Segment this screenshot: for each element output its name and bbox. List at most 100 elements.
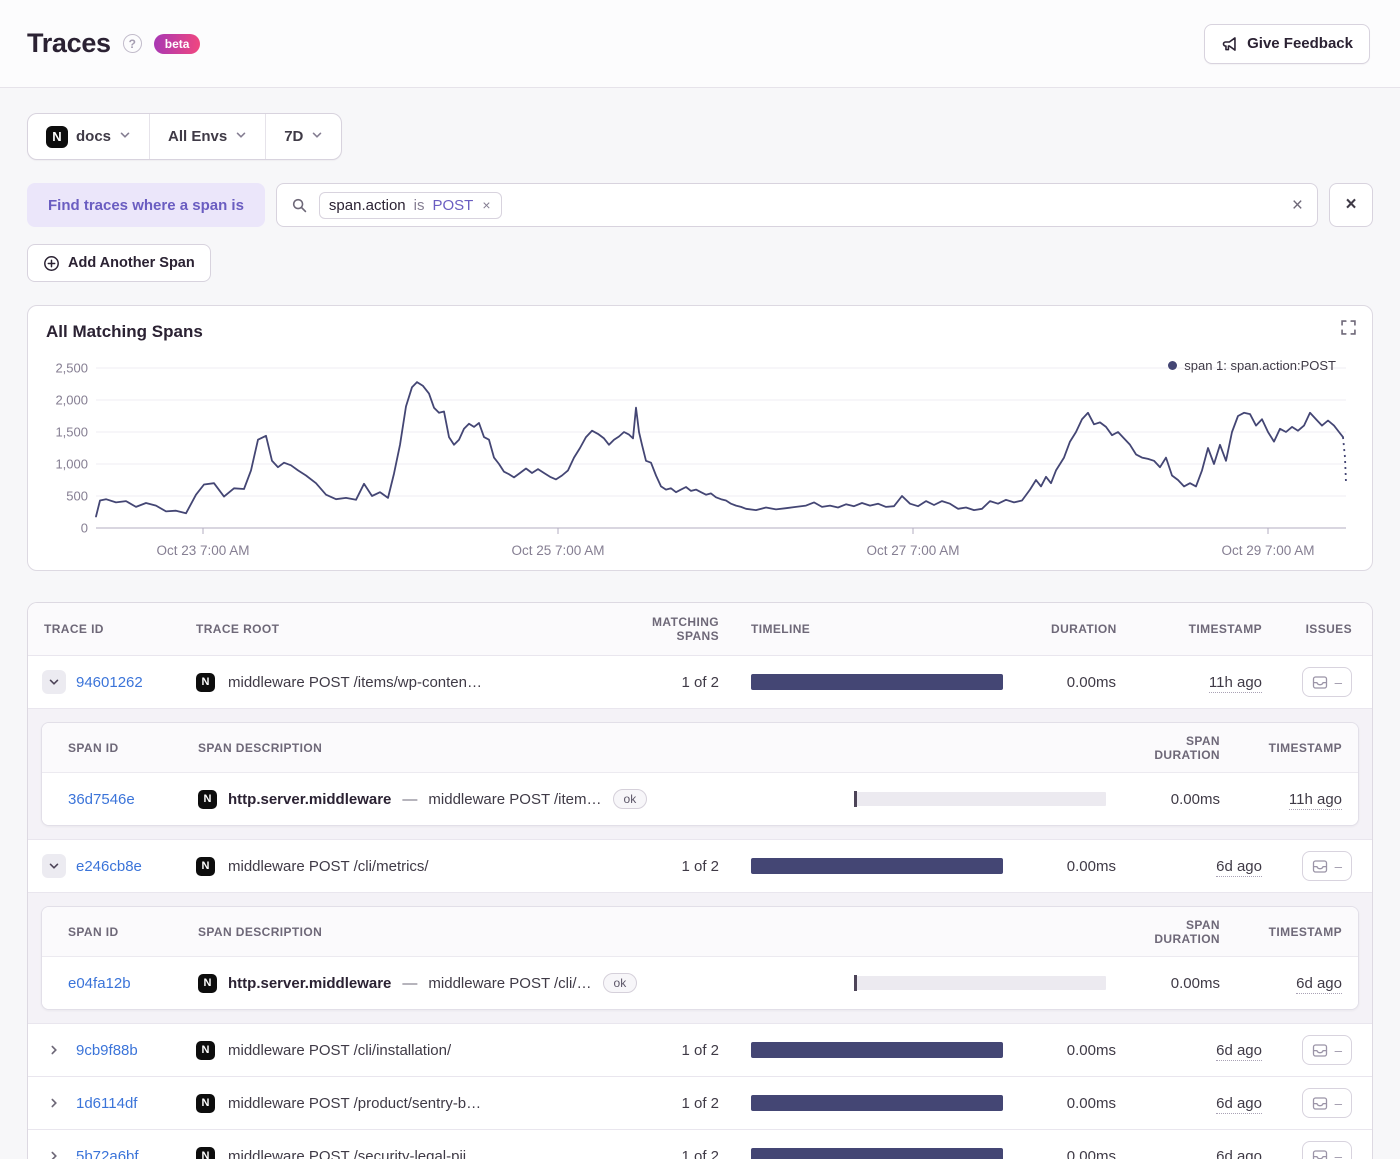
timeline-bar[interactable] — [751, 674, 1003, 690]
span-status-badge: ok — [612, 789, 648, 809]
expand-row-icon[interactable] — [42, 1144, 66, 1159]
trace-id-link[interactable]: 94601262 — [76, 674, 143, 691]
span-description-text: middleware POST /item… — [428, 790, 602, 808]
plus-circle-icon — [43, 255, 60, 272]
nextjs-logo-icon: N — [198, 973, 217, 993]
timeline-bar[interactable] — [751, 1148, 1003, 1159]
give-feedback-button[interactable]: Give Feedback — [1204, 23, 1370, 64]
y-axis-tick-label: 500 — [66, 489, 88, 504]
col-trace-root: Trace Root — [196, 622, 280, 636]
x-axis-tick-label: Oct 25 7:00 AM — [511, 543, 604, 558]
span-table-header: Span ID Span Description Span Duration Time… — [42, 907, 1358, 957]
date-range-selector[interactable]: 7D — [265, 114, 341, 159]
add-another-span-button[interactable]: Add Another Span — [27, 244, 211, 282]
issue-box-icon — [1312, 1149, 1328, 1159]
issues-count: – — [1334, 674, 1342, 690]
span-id-link[interactable]: 36d7546e — [68, 791, 135, 808]
query-token[interactable]: span.action is POST × — [318, 191, 502, 219]
issues-button[interactable]: – — [1301, 1088, 1352, 1118]
issues-button[interactable]: – — [1301, 1141, 1352, 1159]
issue-box-icon — [1312, 675, 1328, 690]
timestamp-value[interactable]: 6d ago — [1216, 1147, 1262, 1159]
timestamp-value[interactable]: 6d ago — [1216, 857, 1262, 877]
span-position-tick — [854, 975, 857, 991]
col-timestamp: Timestamp — [1188, 622, 1262, 636]
trace-root-text: middleware POST /product/sentry-b… — [228, 1094, 482, 1112]
project-selector[interactable]: N docs — [28, 114, 149, 159]
col-timeline: Timeline — [751, 622, 811, 636]
duration-value: 0.00ms — [1066, 857, 1116, 875]
duration-value: 0.00ms — [1066, 1147, 1116, 1159]
span-description-text: middleware POST /cli/… — [428, 974, 592, 992]
span-id-link[interactable]: e04fa12b — [68, 975, 131, 992]
expanded-span-panel: Span ID Span Description Span Duration Time… — [28, 892, 1372, 1023]
fullscreen-icon[interactable] — [1341, 320, 1356, 338]
matching-spans-value: 1 of 2 — [681, 1094, 719, 1112]
remove-span-query-button[interactable]: × — [1329, 183, 1373, 227]
chevron-down-icon — [119, 128, 131, 145]
nextjs-logo-icon: N — [196, 1146, 215, 1159]
expanded-span-panel: Span ID Span Description Span Duration Time… — [28, 708, 1372, 839]
issues-button[interactable]: – — [1301, 667, 1352, 697]
span-count-line-incomplete — [1342, 437, 1347, 484]
page-filter-bar: N docs All Envs 7D — [27, 113, 343, 160]
collapse-row-icon[interactable] — [42, 854, 66, 878]
environment-selector[interactable]: All Envs — [149, 114, 265, 159]
nextjs-logo-icon: N — [196, 856, 215, 876]
chart-legend[interactable]: span 1: span.action:POST — [1168, 358, 1336, 373]
issues-count: – — [1334, 1042, 1342, 1058]
token-remove-icon[interactable]: × — [481, 197, 491, 213]
y-axis-tick-label: 1,500 — [55, 425, 88, 440]
x-axis-tick-label: Oct 23 7:00 AM — [156, 543, 249, 558]
token-value[interactable]: POST — [433, 197, 474, 214]
issue-box-icon — [1312, 1043, 1328, 1058]
timeline-bar[interactable] — [751, 858, 1003, 874]
x-axis-tick-label: Oct 27 7:00 AM — [866, 543, 959, 558]
help-icon[interactable]: ? — [122, 34, 142, 53]
expand-row-icon[interactable] — [42, 1091, 66, 1115]
timestamp-value[interactable]: 6d ago — [1216, 1041, 1262, 1061]
legend-label: span 1: span.action:POST — [1184, 358, 1336, 373]
span-row: 36d7546e Nhttp.server.middleware — middlewa… — [42, 773, 1358, 825]
trace-id-link[interactable]: e246cb8e — [76, 858, 142, 875]
span-timeline-bar[interactable] — [854, 791, 1106, 807]
issues-button[interactable]: – — [1301, 1035, 1352, 1065]
timestamp-value[interactable]: 6d ago — [1216, 1094, 1262, 1114]
trace-id-link[interactable]: 1d6114df — [76, 1095, 137, 1112]
timeline-bar[interactable] — [751, 1095, 1003, 1111]
table-row: 9cb9f88b Nmiddleware POST /cli/installati… — [28, 1023, 1372, 1076]
collapse-row-icon[interactable] — [42, 670, 66, 694]
span-timestamp-value[interactable]: 11h ago — [1288, 790, 1342, 810]
spans-line-chart[interactable]: 0 500 1,000 1,500 2,000 2,500 Oct 23 7:00 AM Oc… — [28, 306, 1372, 570]
span-duration-value: 0.00ms — [1170, 974, 1220, 992]
duration-value: 0.00ms — [1066, 1041, 1116, 1059]
add-another-span-label: Add Another Span — [68, 255, 195, 271]
span-timeline-bar[interactable] — [854, 975, 1106, 991]
span-row: e04fa12b Nhttp.server.middleware — middlewa… — [42, 957, 1358, 1009]
timeline-bar[interactable] — [751, 1042, 1003, 1058]
chart-title: All Matching Spans — [46, 322, 203, 341]
matching-spans-value: 1 of 2 — [681, 857, 719, 875]
legend-dot — [1168, 361, 1178, 370]
expand-row-icon[interactable] — [42, 1038, 66, 1062]
span-position-tick — [854, 791, 857, 807]
trace-id-link[interactable]: 5b72a6bf — [76, 1148, 139, 1159]
matching-spans-value: 1 of 2 — [681, 1147, 719, 1159]
token-key: span.action — [328, 196, 406, 214]
span-search-input[interactable]: span.action is POST × × — [275, 183, 1318, 227]
chevron-down-icon — [235, 128, 247, 145]
issues-button[interactable]: – — [1301, 851, 1352, 881]
y-axis-tick-label: 0 — [81, 521, 88, 536]
nextjs-logo-icon: N — [196, 1040, 215, 1060]
chevron-down-icon — [311, 128, 323, 145]
span-duration-value: 0.00ms — [1170, 790, 1220, 808]
token-operator[interactable]: is — [414, 197, 425, 214]
span-timestamp-value[interactable]: 6d ago — [1296, 974, 1342, 994]
nextjs-logo-icon: N — [196, 672, 215, 692]
col-span-duration: Span Duration — [1154, 733, 1220, 762]
y-axis-tick-label: 2,500 — [55, 361, 88, 376]
timestamp-value[interactable]: 11h ago — [1208, 673, 1262, 693]
project-selector-label: docs — [76, 128, 112, 145]
trace-id-link[interactable]: 9cb9f88b — [76, 1042, 138, 1059]
search-clear-icon[interactable]: × — [1292, 196, 1303, 215]
